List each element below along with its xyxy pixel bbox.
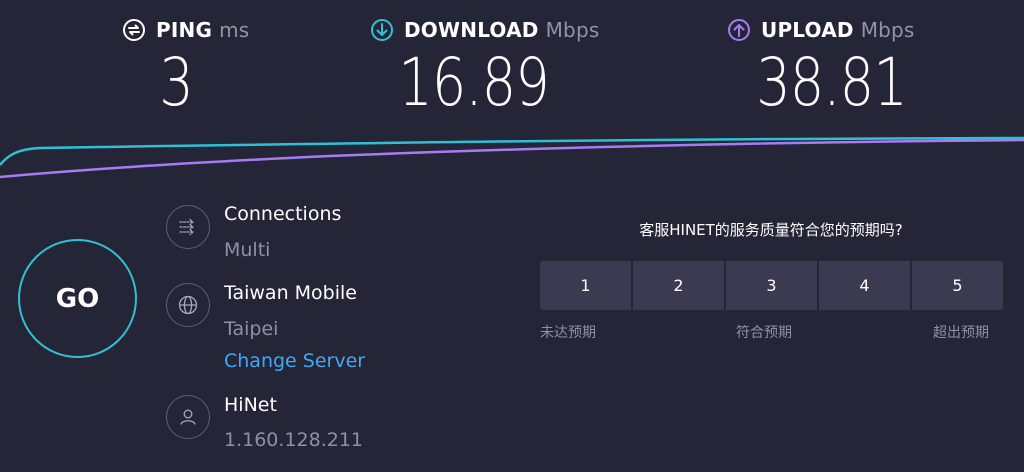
go-button-label: GO — [55, 283, 100, 314]
upload-header: UPLOAD Mbps — [727, 18, 915, 42]
rating-button-4[interactable]: 4 — [819, 261, 910, 310]
upload-unit: Mbps — [860, 18, 915, 42]
go-button[interactable]: GO — [18, 239, 137, 358]
upload-value: 38.81 — [756, 44, 908, 121]
download-value: 16.89 — [398, 44, 550, 121]
provider-name: HiNet — [224, 394, 277, 416]
download-unit: Mbps — [545, 18, 600, 42]
user-icon — [166, 395, 210, 439]
download-icon — [371, 19, 393, 41]
server-location: Taipei — [224, 318, 279, 340]
download-label: DOWNLOAD — [404, 18, 539, 42]
speed-graph — [0, 136, 1024, 179]
survey-question: 客服HINET的服务质量符合您的预期吗? — [639, 221, 903, 239]
provider-ip: 1.160.128.211 — [224, 429, 364, 451]
rating-button-2[interactable]: 2 — [633, 261, 724, 310]
ping-value: 3 — [159, 44, 193, 121]
upload-icon — [728, 19, 750, 41]
ping-header: PING ms — [122, 18, 249, 42]
rating-high-label: 超出预期 — [933, 325, 989, 341]
rating-scale: 1 2 3 4 5 — [540, 261, 1003, 310]
rating-button-1[interactable]: 1 — [540, 261, 631, 310]
connections-value: Multi — [224, 239, 271, 261]
rating-mid-label: 符合预期 — [736, 325, 792, 341]
change-server-link[interactable]: Change Server — [224, 350, 365, 372]
connections-title: Connections — [224, 203, 342, 225]
server-name: Taiwan Mobile — [224, 282, 357, 304]
rating-low-label: 未达预期 — [540, 325, 596, 341]
rating-button-5[interactable]: 5 — [912, 261, 1003, 310]
download-header: DOWNLOAD Mbps — [370, 18, 599, 42]
globe-icon — [166, 283, 210, 327]
ping-unit: ms — [219, 18, 250, 42]
ping-icon — [123, 19, 145, 41]
connections-icon — [166, 205, 210, 249]
upload-label: UPLOAD — [761, 18, 854, 42]
ping-label: PING — [156, 18, 213, 42]
rating-button-3[interactable]: 3 — [726, 261, 817, 310]
